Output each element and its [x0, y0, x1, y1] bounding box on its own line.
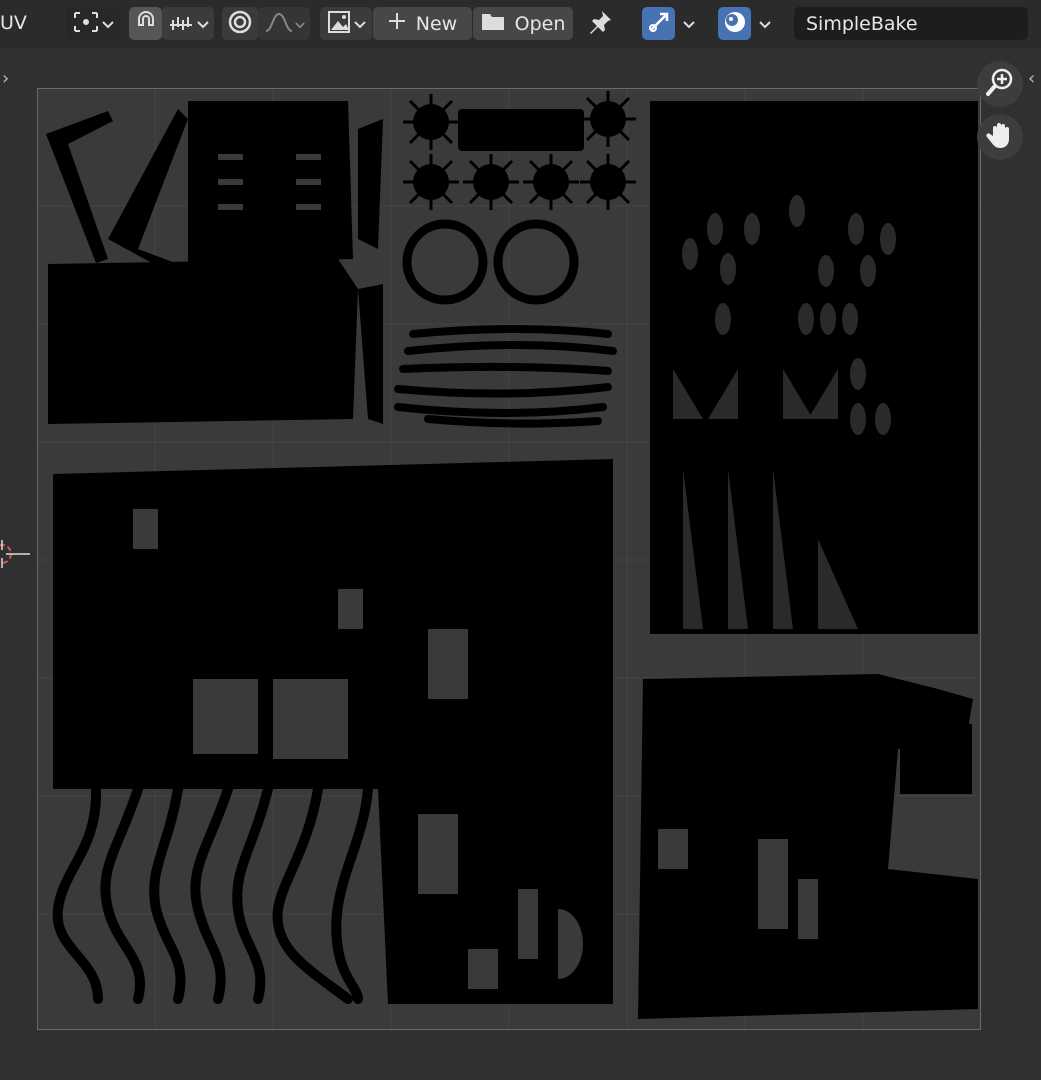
open-label: Open: [514, 12, 566, 35]
chevron-down-icon: [102, 14, 114, 33]
header: UV New Open SimpleBake: [0, 0, 1041, 48]
snap-toggle[interactable]: [129, 7, 162, 40]
cursor-3d-icon[interactable]: [0, 538, 30, 582]
chevron-down-icon: [294, 14, 305, 33]
pivot-point-button[interactable]: [66, 7, 120, 40]
overlay-toggle[interactable]: [718, 7, 751, 40]
chevron-down-icon: [759, 14, 771, 33]
snap-icon: [135, 10, 157, 37]
uv-islands: [38, 89, 980, 1029]
snap-increment-icon: [168, 11, 194, 37]
hand-icon: [985, 120, 1015, 154]
pan-button[interactable]: [977, 114, 1023, 160]
new-image-button[interactable]: New: [373, 7, 472, 40]
pivot-icon: [72, 10, 100, 38]
proportional-edit-icon: [227, 9, 253, 39]
sidebar-expand-arrow[interactable]: ‹: [1028, 68, 1035, 89]
image-browse-button[interactable]: [320, 7, 372, 40]
plus-icon: [388, 12, 406, 35]
overlay-icon: [722, 9, 748, 39]
zoom-button[interactable]: [977, 61, 1023, 107]
overlay-dropdown[interactable]: [755, 7, 775, 40]
open-image-button[interactable]: Open: [473, 7, 573, 40]
falloff-curve-icon: [264, 10, 294, 38]
chevron-down-icon: [353, 14, 366, 33]
uv-sync-toggle[interactable]: [642, 7, 675, 40]
pin-button[interactable]: [582, 7, 618, 40]
uv-sync-dropdown[interactable]: [679, 7, 699, 40]
folder-icon: [481, 11, 505, 36]
new-label: New: [415, 12, 458, 35]
chevron-down-icon: [196, 14, 209, 33]
uv-viewport[interactable]: › ‹: [0, 48, 1041, 1080]
editor-type-label[interactable]: UV: [0, 12, 27, 45]
zoom-icon: [985, 67, 1015, 101]
image-browse-icon: [327, 10, 353, 38]
snap-target-dropdown[interactable]: [162, 7, 214, 40]
image-name-field[interactable]: SimpleBake: [794, 7, 1028, 40]
pin-icon: [587, 9, 613, 39]
chevron-down-icon: [683, 14, 695, 33]
toolbar-expand-arrow[interactable]: ›: [2, 68, 9, 89]
falloff-dropdown[interactable]: [258, 7, 310, 40]
uv-texture-area[interactable]: [37, 88, 981, 1030]
uv-sync-icon: [647, 10, 671, 38]
proportional-edit-toggle[interactable]: [222, 7, 258, 40]
